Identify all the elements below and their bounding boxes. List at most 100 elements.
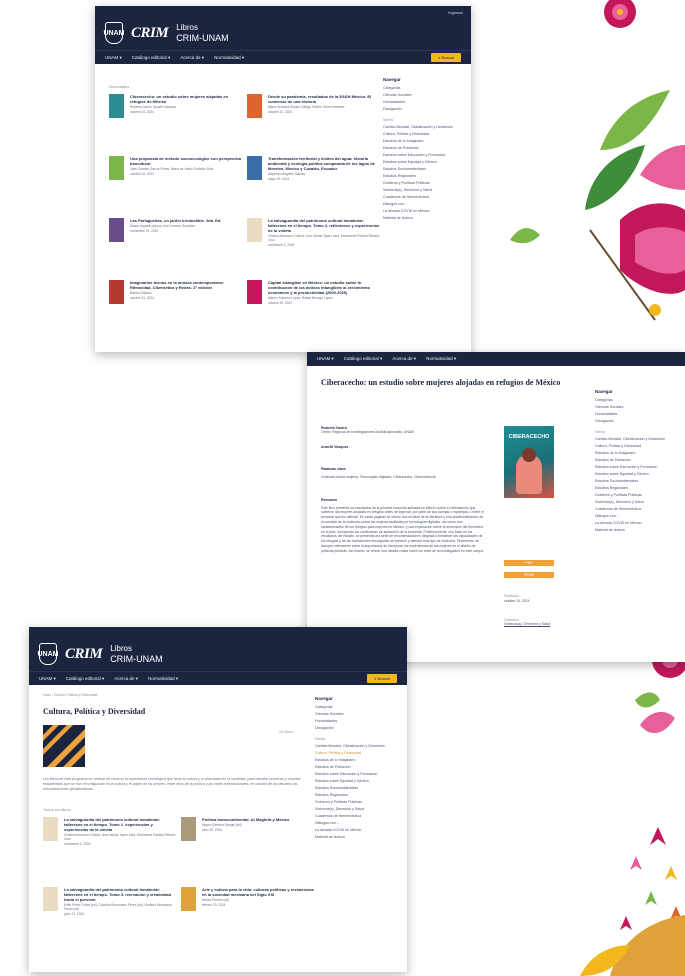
- book-card[interactable]: La salvaguardia del patrimonio cultural …: [247, 218, 382, 272]
- book-cover[interactable]: [247, 218, 262, 242]
- book-cover[interactable]: [247, 280, 262, 304]
- sidebar-item-humanidades[interactable]: Humanidades: [383, 99, 463, 106]
- book-cover[interactable]: [247, 156, 262, 180]
- nav-unam[interactable]: UNAM ▾: [317, 356, 334, 362]
- sidebar-series-item[interactable]: Material de lectura: [315, 834, 401, 841]
- book-title[interactable]: Las Parlaguchas, un jardín irreductible.…: [130, 218, 221, 223]
- book-title[interactable]: La salvaguardia del patrimonio cultural …: [64, 887, 178, 902]
- book-title[interactable]: Capital intangible en México: un estudio…: [268, 280, 382, 295]
- nav-acerca[interactable]: Acerca de ▾: [180, 55, 204, 61]
- book-card[interactable]: Transformación territorial y límites del…: [247, 156, 382, 210]
- book-title[interactable]: La salvaguardia del patrimonio cultural …: [268, 218, 382, 233]
- sidebar-series-item[interactable]: Estudios Socioambientales: [315, 785, 401, 792]
- book-title[interactable]: Ciberacecho: un estudio sobre mujeres al…: [130, 94, 244, 104]
- sidebar-series-item[interactable]: Estudios sobre Educación y Formación: [595, 464, 681, 471]
- book-cover[interactable]: [109, 156, 124, 180]
- sidebar-item-ciencias[interactable]: Ciencias Sociales: [595, 404, 681, 411]
- sidebar-series-item[interactable]: Gobierno y Políticas Públicas: [383, 180, 463, 187]
- nav-catalogo[interactable]: Catálogo editorial ▾: [132, 55, 171, 61]
- book-title[interactable]: La salvaguardia del patrimonio cultural …: [64, 817, 178, 832]
- login-link[interactable]: Ingresar: [448, 10, 463, 15]
- sidebar-series-item[interactable]: Diálogos con...: [315, 820, 401, 827]
- sidebar-series-item[interactable]: Cuadernos de Hermenéutica: [595, 506, 681, 513]
- book-cover[interactable]: CIBERACECHO: [504, 426, 554, 498]
- sidebar-series-item[interactable]: Cuadernos de Hermenéutica: [315, 813, 401, 820]
- collection-link[interactable]: Violencia(s), Derechos y Salud: [504, 622, 582, 627]
- sidebar-series-item[interactable]: Cultura, Política y Diversidad: [315, 750, 401, 757]
- sidebar-series-item[interactable]: La década COVID en México: [383, 208, 463, 215]
- sidebar-item-divulgacion[interactable]: Divulgación: [383, 106, 463, 113]
- search-button[interactable]: ⌕ Buscar: [367, 674, 397, 683]
- book-cover[interactable]: [109, 94, 124, 118]
- sidebar-series-item[interactable]: Estudios de lo Imaginario: [383, 138, 463, 145]
- book-card[interactable]: Capital intangible en México: un estudio…: [247, 280, 382, 334]
- book-title[interactable]: Poética transcontinental: Al Maghrib y M…: [202, 817, 289, 822]
- sidebar-series-item[interactable]: Cultura, Política y Diversidad: [383, 131, 463, 138]
- sidebar-categories-label[interactable]: Categorías: [315, 704, 401, 711]
- sidebar-series-item[interactable]: Estudios de lo Imaginario: [595, 450, 681, 457]
- sidebar-series-item[interactable]: Estudios Regionales: [595, 485, 681, 492]
- nav-unam[interactable]: UNAM ▾: [39, 676, 56, 682]
- book-title[interactable]: Transformación territorial y límites del…: [268, 156, 382, 171]
- nav-acerca[interactable]: Acerca de ▾: [114, 676, 138, 682]
- breadcrumb[interactable]: Inicio / Cultura, Política y Diversidad: [43, 693, 97, 698]
- sidebar-series-item[interactable]: Cuadernos de Hermenéutica: [383, 194, 463, 201]
- sidebar-series-item[interactable]: Estudios de lo Imaginario: [315, 757, 401, 764]
- download-pdf-button[interactable]: PDF: [504, 560, 554, 566]
- nav-catalogo[interactable]: Catálogo editorial ▾: [344, 356, 383, 362]
- sidebar-series-item[interactable]: Estudios sobre Educación y Formación: [383, 152, 463, 159]
- book-cover[interactable]: [109, 280, 124, 304]
- book-cover[interactable]: [43, 887, 58, 911]
- sidebar-series-item[interactable]: Estudios de Población: [595, 457, 681, 464]
- sidebar-series-item[interactable]: Gobierno y Políticas Públicas: [595, 492, 681, 499]
- sidebar-series-item[interactable]: Violencia(s), Derechos y Salud: [595, 499, 681, 506]
- nav-normatividad[interactable]: Normatividad ▾: [148, 676, 178, 682]
- nav-unam[interactable]: UNAM ▾: [105, 55, 122, 61]
- sidebar-series-item[interactable]: Violencia(s), Derechos y Salud: [315, 806, 401, 813]
- sidebar-item-ciencias[interactable]: Ciencias Sociales: [383, 92, 463, 99]
- sidebar-series-item[interactable]: Estudios sobre Equidad y Género: [315, 778, 401, 785]
- book-cover[interactable]: [181, 817, 196, 841]
- book-card[interactable]: Las Parlaguchas, un jardín irreductible.…: [109, 218, 244, 272]
- sidebar-series-item[interactable]: Gobierno y Políticas Públicas: [315, 799, 401, 806]
- book-card[interactable]: Una propuesta de método socioecológico c…: [109, 156, 244, 210]
- sidebar-series-item[interactable]: Estudios de Población: [315, 764, 401, 771]
- sidebar-series-item[interactable]: Cambio Mundial, Globalización y Desarrol…: [383, 124, 463, 131]
- download-epub-button[interactable]: EPUB: [504, 572, 554, 578]
- sidebar-series-item[interactable]: Estudios sobre Equidad y Género: [595, 471, 681, 478]
- sidebar-series-item[interactable]: Estudios Socioambientales: [595, 478, 681, 485]
- sidebar-series-item[interactable]: Violencia(s), Derechos y Salud: [383, 187, 463, 194]
- sidebar-categories-label[interactable]: Categorías: [383, 85, 463, 92]
- sidebar-item-divulgacion[interactable]: Divulgación: [595, 418, 681, 425]
- sidebar-series-item[interactable]: Diálogos con...: [383, 201, 463, 208]
- book-title[interactable]: Imaginarios tecnos en la música contempo…: [130, 280, 244, 290]
- sidebar-series-item[interactable]: Material de lectura: [383, 215, 463, 222]
- nav-normatividad[interactable]: Normatividad ▾: [214, 55, 244, 61]
- book-card[interactable]: La salvaguardia del patrimonio cultural …: [43, 817, 178, 871]
- sidebar-item-ciencias[interactable]: Ciencias Sociales: [315, 711, 401, 718]
- sidebar-series-item[interactable]: Cambio Mundial, Globalización y Desarrol…: [595, 436, 681, 443]
- book-cover[interactable]: [43, 817, 58, 841]
- sidebar-item-humanidades[interactable]: Humanidades: [315, 718, 401, 725]
- sidebar-series-item[interactable]: Estudios Regionales: [383, 173, 463, 180]
- sidebar-item-divulgacion[interactable]: Divulgación: [315, 725, 401, 732]
- book-title[interactable]: Una propuesta de método socioecológico c…: [130, 156, 244, 166]
- nav-catalogo[interactable]: Catálogo editorial ▾: [66, 676, 105, 682]
- book-card[interactable]: Arte y cultura para la vida: culturas po…: [181, 887, 316, 941]
- nav-acerca[interactable]: Acerca de ▾: [392, 356, 416, 362]
- sidebar-series-item[interactable]: Material de lectura: [595, 527, 681, 534]
- sidebar-series-item[interactable]: Estudios Regionales: [315, 792, 401, 799]
- book-card[interactable]: Poética transcontinental: Al Maghrib y M…: [181, 817, 316, 871]
- book-card[interactable]: Imaginarios tecnos en la música contempo…: [109, 280, 244, 334]
- book-cover[interactable]: [109, 218, 124, 242]
- book-cover[interactable]: [247, 94, 262, 118]
- sidebar-series-item[interactable]: Diálogos con...: [595, 513, 681, 520]
- sidebar-series-item[interactable]: Estudios sobre Educación y Formación: [315, 771, 401, 778]
- book-title[interactable]: Arte y cultura para la vida: culturas po…: [202, 887, 316, 897]
- sidebar-series-item[interactable]: Estudios Socioambientales: [383, 166, 463, 173]
- sidebar-series-item[interactable]: La década COVID en México: [595, 520, 681, 527]
- sidebar-series-item[interactable]: Cultura, Política y Diversidad: [595, 443, 681, 450]
- nav-normatividad[interactable]: Normatividad ▾: [426, 356, 456, 362]
- book-card[interactable]: Ciberacecho: un estudio sobre mujeres al…: [109, 94, 244, 148]
- book-cover[interactable]: [181, 887, 196, 911]
